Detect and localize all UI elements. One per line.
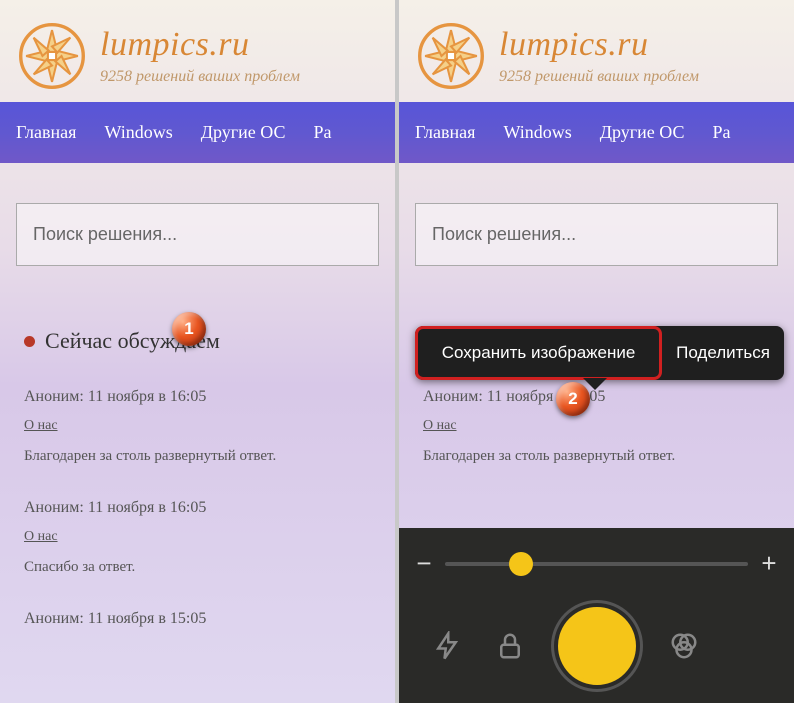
nav-home[interactable]: Главная (415, 122, 475, 143)
zoom-thumb[interactable] (509, 552, 533, 576)
context-menu: Сохранить изображение Поделиться (415, 326, 784, 380)
zoom-slider[interactable] (445, 562, 748, 566)
filters-icon[interactable] (669, 631, 699, 661)
nav-more[interactable]: Ра (713, 122, 731, 143)
nav-otheros[interactable]: Другие ОС (201, 122, 286, 143)
shutter-button[interactable] (558, 607, 636, 685)
share-button[interactable]: Поделиться (662, 327, 784, 379)
lock-icon[interactable] (495, 631, 525, 661)
zoom-out-button[interactable]: − (415, 548, 433, 579)
comment-link[interactable]: О нас (423, 418, 457, 434)
nav-windows[interactable]: Windows (503, 122, 571, 143)
comment-link[interactable]: О нас (24, 418, 58, 434)
flash-icon[interactable] (432, 631, 462, 661)
nav-otheros[interactable]: Другие ОС (600, 122, 685, 143)
brand-logo-icon (18, 22, 86, 90)
brand-subtitle: 9258 решений ваших проблем (100, 68, 300, 86)
save-image-button[interactable]: Сохранить изображение (415, 326, 662, 380)
comment-item: Аноним: 11 ноября в 15:05 (24, 610, 371, 628)
main-nav: Главная Windows Другие ОС Ра (399, 102, 794, 163)
search-input[interactable]: Поиск решения... (415, 203, 778, 266)
brand-logo-icon (417, 22, 485, 90)
comment-item: Аноним: 11 ноября в 16:05 О нас Спасибо … (24, 499, 371, 576)
comment-item: Аноним: 11 ноября в 16:05 О нас Благодар… (24, 388, 371, 465)
comment-item: Аноним: 11 ноября в 16:05 О нас Благодар… (423, 388, 770, 465)
camera-controls: − + (399, 528, 794, 703)
nav-home[interactable]: Главная (16, 122, 76, 143)
main-nav: Главная Windows Другие ОС Ра (0, 102, 395, 163)
comment-link[interactable]: О нас (24, 529, 58, 545)
left-screenshot: lumpics.ru 9258 решений ваших проблем Гл… (0, 0, 395, 703)
step-marker-2: 2 (556, 382, 590, 416)
nav-more[interactable]: Ра (314, 122, 332, 143)
brand-subtitle: 9258 решений ваших проблем (499, 68, 699, 86)
bullet-icon (24, 336, 35, 347)
brand-title[interactable]: lumpics.ru (100, 26, 300, 64)
step-marker-1: 1 (172, 312, 206, 346)
search-input[interactable]: Поиск решения... (16, 203, 379, 266)
zoom-in-button[interactable]: + (760, 548, 778, 579)
right-screenshot: lumpics.ru 9258 решений ваших проблем Гл… (399, 0, 794, 703)
nav-windows[interactable]: Windows (104, 122, 172, 143)
brand-title[interactable]: lumpics.ru (499, 26, 699, 64)
